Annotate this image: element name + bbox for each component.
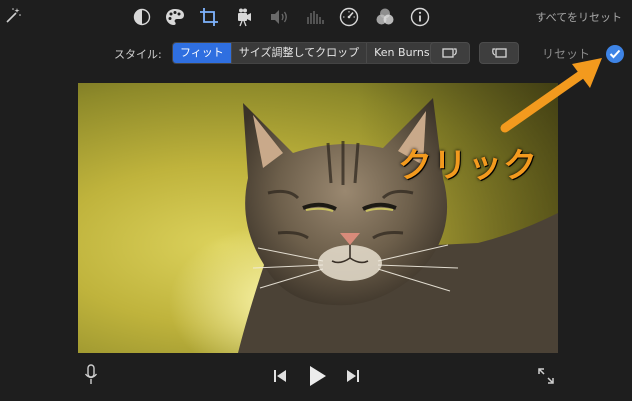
volume-icon[interactable] bbox=[268, 6, 290, 28]
play-button[interactable] bbox=[307, 364, 329, 388]
style-crop-to-fill-button[interactable]: サイズ調整してクロップ bbox=[232, 43, 368, 63]
fullscreen-button[interactable] bbox=[536, 366, 556, 386]
style-ken-burns-button[interactable]: Ken Burns bbox=[367, 43, 436, 63]
click-annotation: クリック bbox=[398, 146, 538, 186]
color-balance-icon[interactable] bbox=[131, 6, 153, 28]
checkmark-icon bbox=[609, 49, 621, 59]
filters-icon[interactable] bbox=[374, 6, 396, 28]
skip-forward-icon bbox=[347, 370, 359, 382]
stabilization-icon[interactable] bbox=[233, 6, 255, 28]
crop-style-selector: フィット サイズ調整してクロップ Ken Burns bbox=[172, 42, 438, 64]
color-palette-icon[interactable] bbox=[164, 6, 186, 28]
style-fit-button[interactable]: フィット bbox=[173, 43, 232, 63]
video-viewer[interactable] bbox=[78, 83, 558, 353]
microphone-button[interactable] bbox=[82, 363, 100, 387]
cat-image bbox=[238, 98, 558, 353]
rotate-right-icon bbox=[492, 48, 507, 58]
rotate-right-button[interactable] bbox=[479, 42, 519, 64]
equalizer-icon[interactable] bbox=[304, 6, 326, 28]
microphone-icon bbox=[84, 364, 98, 384]
skip-back-button[interactable] bbox=[272, 368, 288, 384]
apply-checkmark-button[interactable] bbox=[606, 45, 624, 63]
rotate-left-icon bbox=[442, 48, 457, 58]
reset-button[interactable]: リセット bbox=[542, 45, 590, 62]
info-icon[interactable] bbox=[409, 6, 431, 28]
reset-all-button[interactable]: すべてをリセット bbox=[535, 9, 622, 25]
speed-icon[interactable] bbox=[338, 6, 360, 28]
crop-icon[interactable] bbox=[198, 6, 220, 28]
style-label: スタイル: bbox=[114, 48, 162, 61]
fullscreen-icon bbox=[538, 368, 554, 384]
skip-back-icon bbox=[274, 370, 286, 382]
magic-wand-icon[interactable] bbox=[2, 5, 24, 27]
rotate-left-button[interactable] bbox=[430, 42, 470, 64]
skip-forward-button[interactable] bbox=[345, 368, 361, 384]
play-icon bbox=[310, 366, 326, 386]
